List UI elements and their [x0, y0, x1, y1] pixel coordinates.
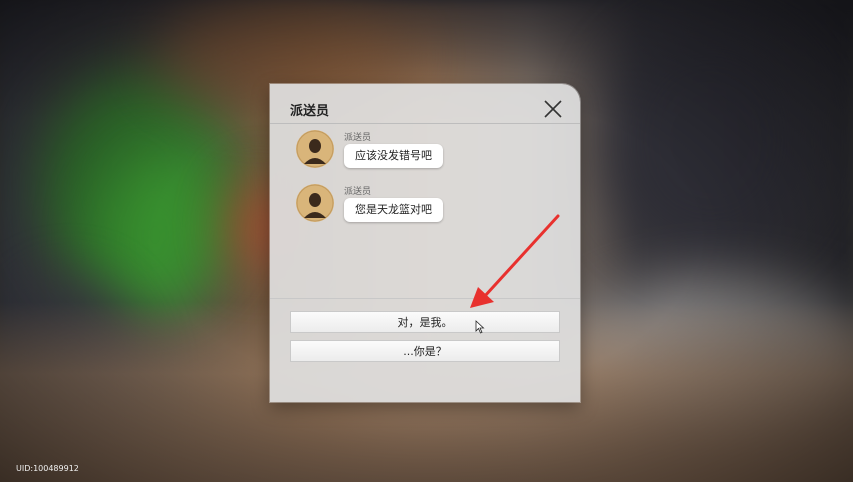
choices-divider	[270, 298, 580, 299]
npc-dialog: 派送员 派送员 应该没发错号吧 派送员 您是天龙篮对吧 对，是我。 ...你是？	[270, 84, 580, 402]
user-id-label: UID:100489912	[16, 464, 79, 473]
mouse-cursor-icon	[475, 320, 485, 334]
title-divider	[270, 123, 580, 124]
message-sender: 派送员	[344, 187, 372, 197]
chat-message: 派送员 应该没发错号吧	[296, 130, 556, 174]
npc-avatar	[296, 130, 334, 168]
choice-button-question[interactable]: ...你是？	[290, 340, 560, 362]
close-icon	[544, 100, 562, 118]
message-sender: 派送员	[344, 133, 372, 143]
message-bubble: 您是天龙篮对吧	[344, 198, 443, 222]
person-silhouette-icon	[296, 130, 334, 168]
person-silhouette-icon	[296, 184, 334, 222]
close-button[interactable]	[543, 99, 563, 119]
dialog-title: 派送员	[290, 104, 330, 119]
message-bubble: 应该没发错号吧	[344, 144, 443, 168]
chat-message: 派送员 您是天龙篮对吧	[296, 184, 556, 228]
choice-button-confirm[interactable]: 对，是我。	[290, 311, 560, 333]
npc-avatar	[296, 184, 334, 222]
